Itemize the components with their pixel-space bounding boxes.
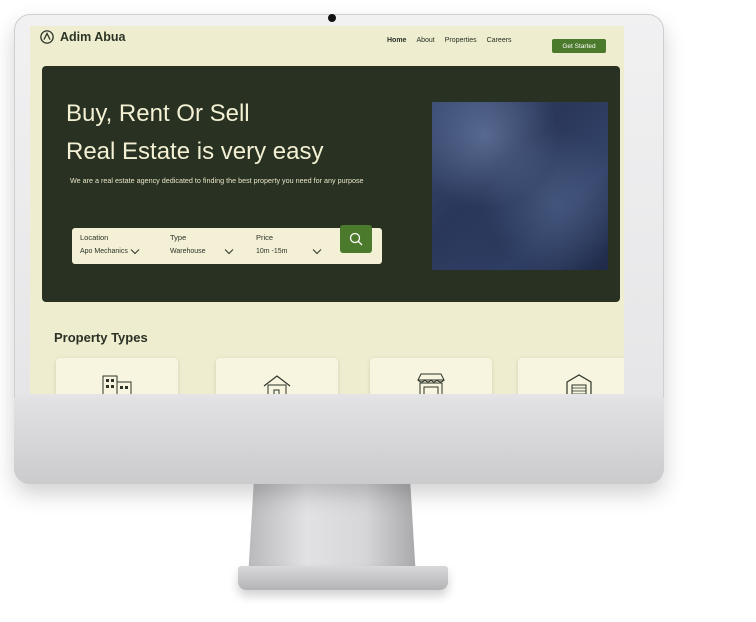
apartment-building-icon <box>102 375 132 394</box>
nav-item-home[interactable]: Home <box>387 37 406 44</box>
chevron-down-icon <box>130 249 140 255</box>
get-started-button[interactable]: Get Started <box>552 39 606 53</box>
search-icon <box>349 232 363 246</box>
hero-title-line2: Real Estate is very easy <box>66 138 324 165</box>
type-label: Type <box>170 233 187 242</box>
nav-item-about[interactable]: About <box>416 37 434 44</box>
warehouse-icon <box>566 374 592 394</box>
property-type-card-apartment[interactable] <box>56 358 178 394</box>
type-field[interactable]: Type Warehouse <box>170 233 234 255</box>
hero-section: Buy, Rent Or Sell Real Estate is very ea… <box>42 66 620 302</box>
brand-logo[interactable]: Adim Abua <box>40 30 126 44</box>
chevron-down-icon <box>224 249 233 255</box>
price-field[interactable]: Price 10m -15m <box>256 233 322 255</box>
chevron-down-icon <box>312 249 321 255</box>
location-label: Location <box>80 233 109 242</box>
search-button[interactable] <box>340 225 372 253</box>
property-type-card-house[interactable] <box>216 358 338 394</box>
location-value: Apo Mechanics <box>80 248 128 255</box>
monitor-chin <box>14 398 664 484</box>
property-type-card-warehouse[interactable] <box>518 358 624 394</box>
price-label: Price <box>256 233 274 242</box>
nav-item-properties[interactable]: Properties <box>445 37 477 44</box>
hero-subtitle: We are a real estate agency dedicated to… <box>70 176 364 185</box>
price-value: 10m -15m <box>256 248 288 255</box>
brand-name: Adim Abua <box>60 30 126 44</box>
nav-item-careers[interactable]: Careers <box>487 37 512 44</box>
camera-icon <box>328 14 336 22</box>
monitor-stand-base <box>238 566 448 590</box>
house-icon <box>263 375 291 394</box>
main-nav: Home About Properties Careers <box>387 37 512 44</box>
website-screen: Adim Abua Home About Properties Careers … <box>30 26 624 394</box>
location-field[interactable]: Location Apo Mechanics <box>80 233 140 255</box>
brand-logo-icon <box>40 30 54 44</box>
shop-icon <box>417 373 445 394</box>
type-value: Warehouse <box>170 248 206 255</box>
hero-title-line1: Buy, Rent Or Sell <box>66 100 250 127</box>
property-types-title: Property Types <box>54 330 148 345</box>
property-type-card-shop[interactable] <box>370 358 492 394</box>
hero-image <box>432 102 608 270</box>
property-search-bar: Location Apo Mechanics Type Warehouse Pr… <box>72 228 382 264</box>
